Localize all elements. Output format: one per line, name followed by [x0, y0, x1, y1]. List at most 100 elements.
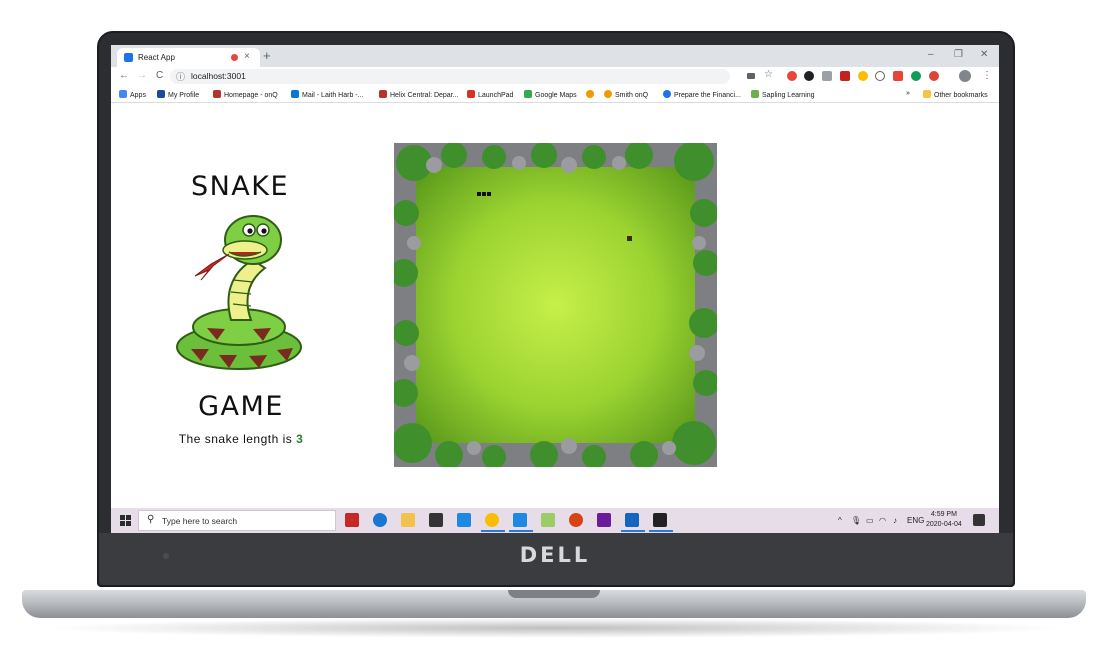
- bookmark-star-icon[interactable]: ☆: [764, 69, 773, 80]
- game-board[interactable]: [394, 143, 717, 467]
- windows-start-button[interactable]: [120, 515, 131, 526]
- bookmarks-overflow[interactable]: »: [906, 90, 910, 97]
- slack-icon[interactable]: [597, 513, 611, 527]
- extension-icon[interactable]: [787, 71, 797, 81]
- taskbar-search-placeholder: Type here to search: [162, 516, 238, 526]
- bookmark-smith-onq[interactable]: Smith onQ: [604, 90, 648, 99]
- minimize-button[interactable]: –: [928, 49, 934, 60]
- address-bar[interactable]: ⓘ localhost:3001: [170, 69, 730, 84]
- bookmark-icon: [586, 90, 594, 98]
- search-icon: ⚲: [147, 514, 155, 525]
- clock-time: 4:59 PM: [930, 511, 957, 518]
- taskbar-search-box[interactable]: ⚲ Type here to search: [138, 510, 336, 531]
- laptop-notch: [508, 590, 600, 598]
- extension-icon[interactable]: [804, 71, 814, 81]
- tray-overflow-icon[interactable]: ^: [838, 516, 842, 525]
- extension-icon[interactable]: [840, 71, 850, 81]
- bookmark-prepare[interactable]: Prepare the Financi...: [663, 90, 741, 99]
- bookmark-icon: [379, 90, 387, 98]
- reload-button[interactable]: C: [156, 70, 163, 81]
- bookmark-icon: [663, 90, 671, 98]
- active-app-indicator: [649, 530, 673, 532]
- extension-icon[interactable]: [893, 71, 903, 81]
- edge-browser-icon[interactable]: [373, 513, 387, 527]
- bookmark-icon: [157, 90, 165, 98]
- extension-icon[interactable]: [822, 71, 832, 81]
- store-icon[interactable]: [429, 513, 443, 527]
- app-page: SNAKE GAME The snake length is 3: [111, 103, 999, 508]
- windows-taskbar: ⚲ Type here to search ^ 🎙 ▭ ◠ ♪ ENG 4:59…: [111, 508, 999, 533]
- react-favicon-icon: [124, 53, 133, 62]
- vscode-icon[interactable]: [513, 513, 527, 527]
- forward-button[interactable]: →: [137, 70, 147, 81]
- snake-segment: [477, 192, 481, 196]
- back-button[interactable]: ←: [119, 70, 129, 81]
- more-menu-icon[interactable]: ⋮: [982, 70, 992, 81]
- bookmark-icon: [751, 90, 759, 98]
- close-window-button[interactable]: ✕: [980, 49, 988, 60]
- snake-segment: [487, 192, 491, 196]
- folder-icon: [923, 90, 931, 98]
- screen: React App × + – ❐ ✕ ← → C ⓘ localhost:30…: [111, 45, 999, 533]
- notification-center-icon[interactable]: [973, 514, 985, 526]
- new-tab-button[interactable]: +: [263, 48, 271, 63]
- snake-segment: [482, 192, 486, 196]
- camera-icon[interactable]: [747, 73, 755, 79]
- network-icon[interactable]: ◠: [879, 516, 886, 525]
- snake-length-value: 3: [296, 432, 304, 446]
- bookmark-extra[interactable]: [586, 90, 597, 99]
- url-text: localhost:3001: [191, 71, 246, 81]
- active-app-indicator: [509, 530, 533, 532]
- extension-icon[interactable]: [929, 71, 939, 81]
- extension-icon[interactable]: [875, 71, 885, 81]
- laptop-photo: DELL React App × + – ❐ ✕ ← → C ⓘ localho…: [0, 0, 1106, 663]
- snake-mascot-illustration: [176, 215, 302, 370]
- bookmark-my-profile[interactable]: My Profile: [157, 90, 199, 99]
- bookmark-mail[interactable]: Mail - Laith Harb -...: [291, 90, 363, 99]
- mail-icon[interactable]: [457, 513, 471, 527]
- other-bookmarks[interactable]: Other bookmarks: [923, 90, 988, 99]
- app-icon[interactable]: [541, 513, 555, 527]
- terminal-icon[interactable]: [653, 513, 667, 527]
- game-title-bottom: GAME: [198, 391, 284, 422]
- app-icon[interactable]: [345, 513, 359, 527]
- bookmark-helix-central[interactable]: Helix Central: Depar...: [379, 90, 458, 99]
- laptop-camera: [163, 553, 169, 559]
- bookmark-icon: [604, 90, 612, 98]
- site-info-icon[interactable]: ⓘ: [176, 70, 185, 83]
- game-title-top: SNAKE: [190, 171, 290, 202]
- chrome-icon[interactable]: [485, 513, 499, 527]
- extension-icon[interactable]: [858, 71, 868, 81]
- bookmark-icon: [213, 90, 221, 98]
- snake-food: [627, 236, 632, 241]
- extension-icon[interactable]: [911, 71, 921, 81]
- browser-toolbar: ← → C ⓘ localhost:3001 ☆ ⋮: [111, 67, 999, 86]
- laptop-brand-logo: DELL: [519, 543, 591, 567]
- snake-length-label: The snake length is: [178, 432, 293, 446]
- jungle-border-illustration: [394, 143, 717, 467]
- profile-avatar[interactable]: [959, 70, 971, 82]
- microphone-icon[interactable]: 🎙: [851, 516, 861, 525]
- snake-length-text: The snake length is 3: [171, 432, 311, 446]
- bookmark-launchpad[interactable]: LaunchPad: [467, 90, 513, 99]
- bookmark-google-maps[interactable]: Google Maps: [524, 90, 577, 99]
- apps-grid-icon: [119, 90, 127, 98]
- bookmarks-bar: Apps My Profile Homepage - onQ Mail - La…: [111, 86, 999, 103]
- browser-tab[interactable]: React App ×: [117, 48, 260, 67]
- word-icon[interactable]: [625, 513, 639, 527]
- bookmark-apps[interactable]: Apps: [119, 90, 146, 99]
- outlook-icon: [291, 90, 299, 98]
- powerpoint-icon[interactable]: [569, 513, 583, 527]
- taskbar-clock[interactable]: 4:59 PM 2020-04-04: [926, 510, 962, 530]
- bookmark-homepage-onq[interactable]: Homepage - onQ: [213, 90, 278, 99]
- maximize-button[interactable]: ❐: [954, 49, 963, 60]
- tab-close-button[interactable]: ×: [244, 51, 250, 62]
- battery-icon[interactable]: ▭: [866, 516, 874, 525]
- language-indicator[interactable]: ENG: [907, 516, 924, 525]
- bookmark-icon: [467, 90, 475, 98]
- laptop-shadow: [40, 618, 1068, 638]
- bookmark-sapling[interactable]: Sapling Learning: [751, 90, 815, 99]
- maps-icon: [524, 90, 532, 98]
- file-explorer-icon[interactable]: [401, 513, 415, 527]
- volume-icon[interactable]: ♪: [893, 516, 897, 525]
